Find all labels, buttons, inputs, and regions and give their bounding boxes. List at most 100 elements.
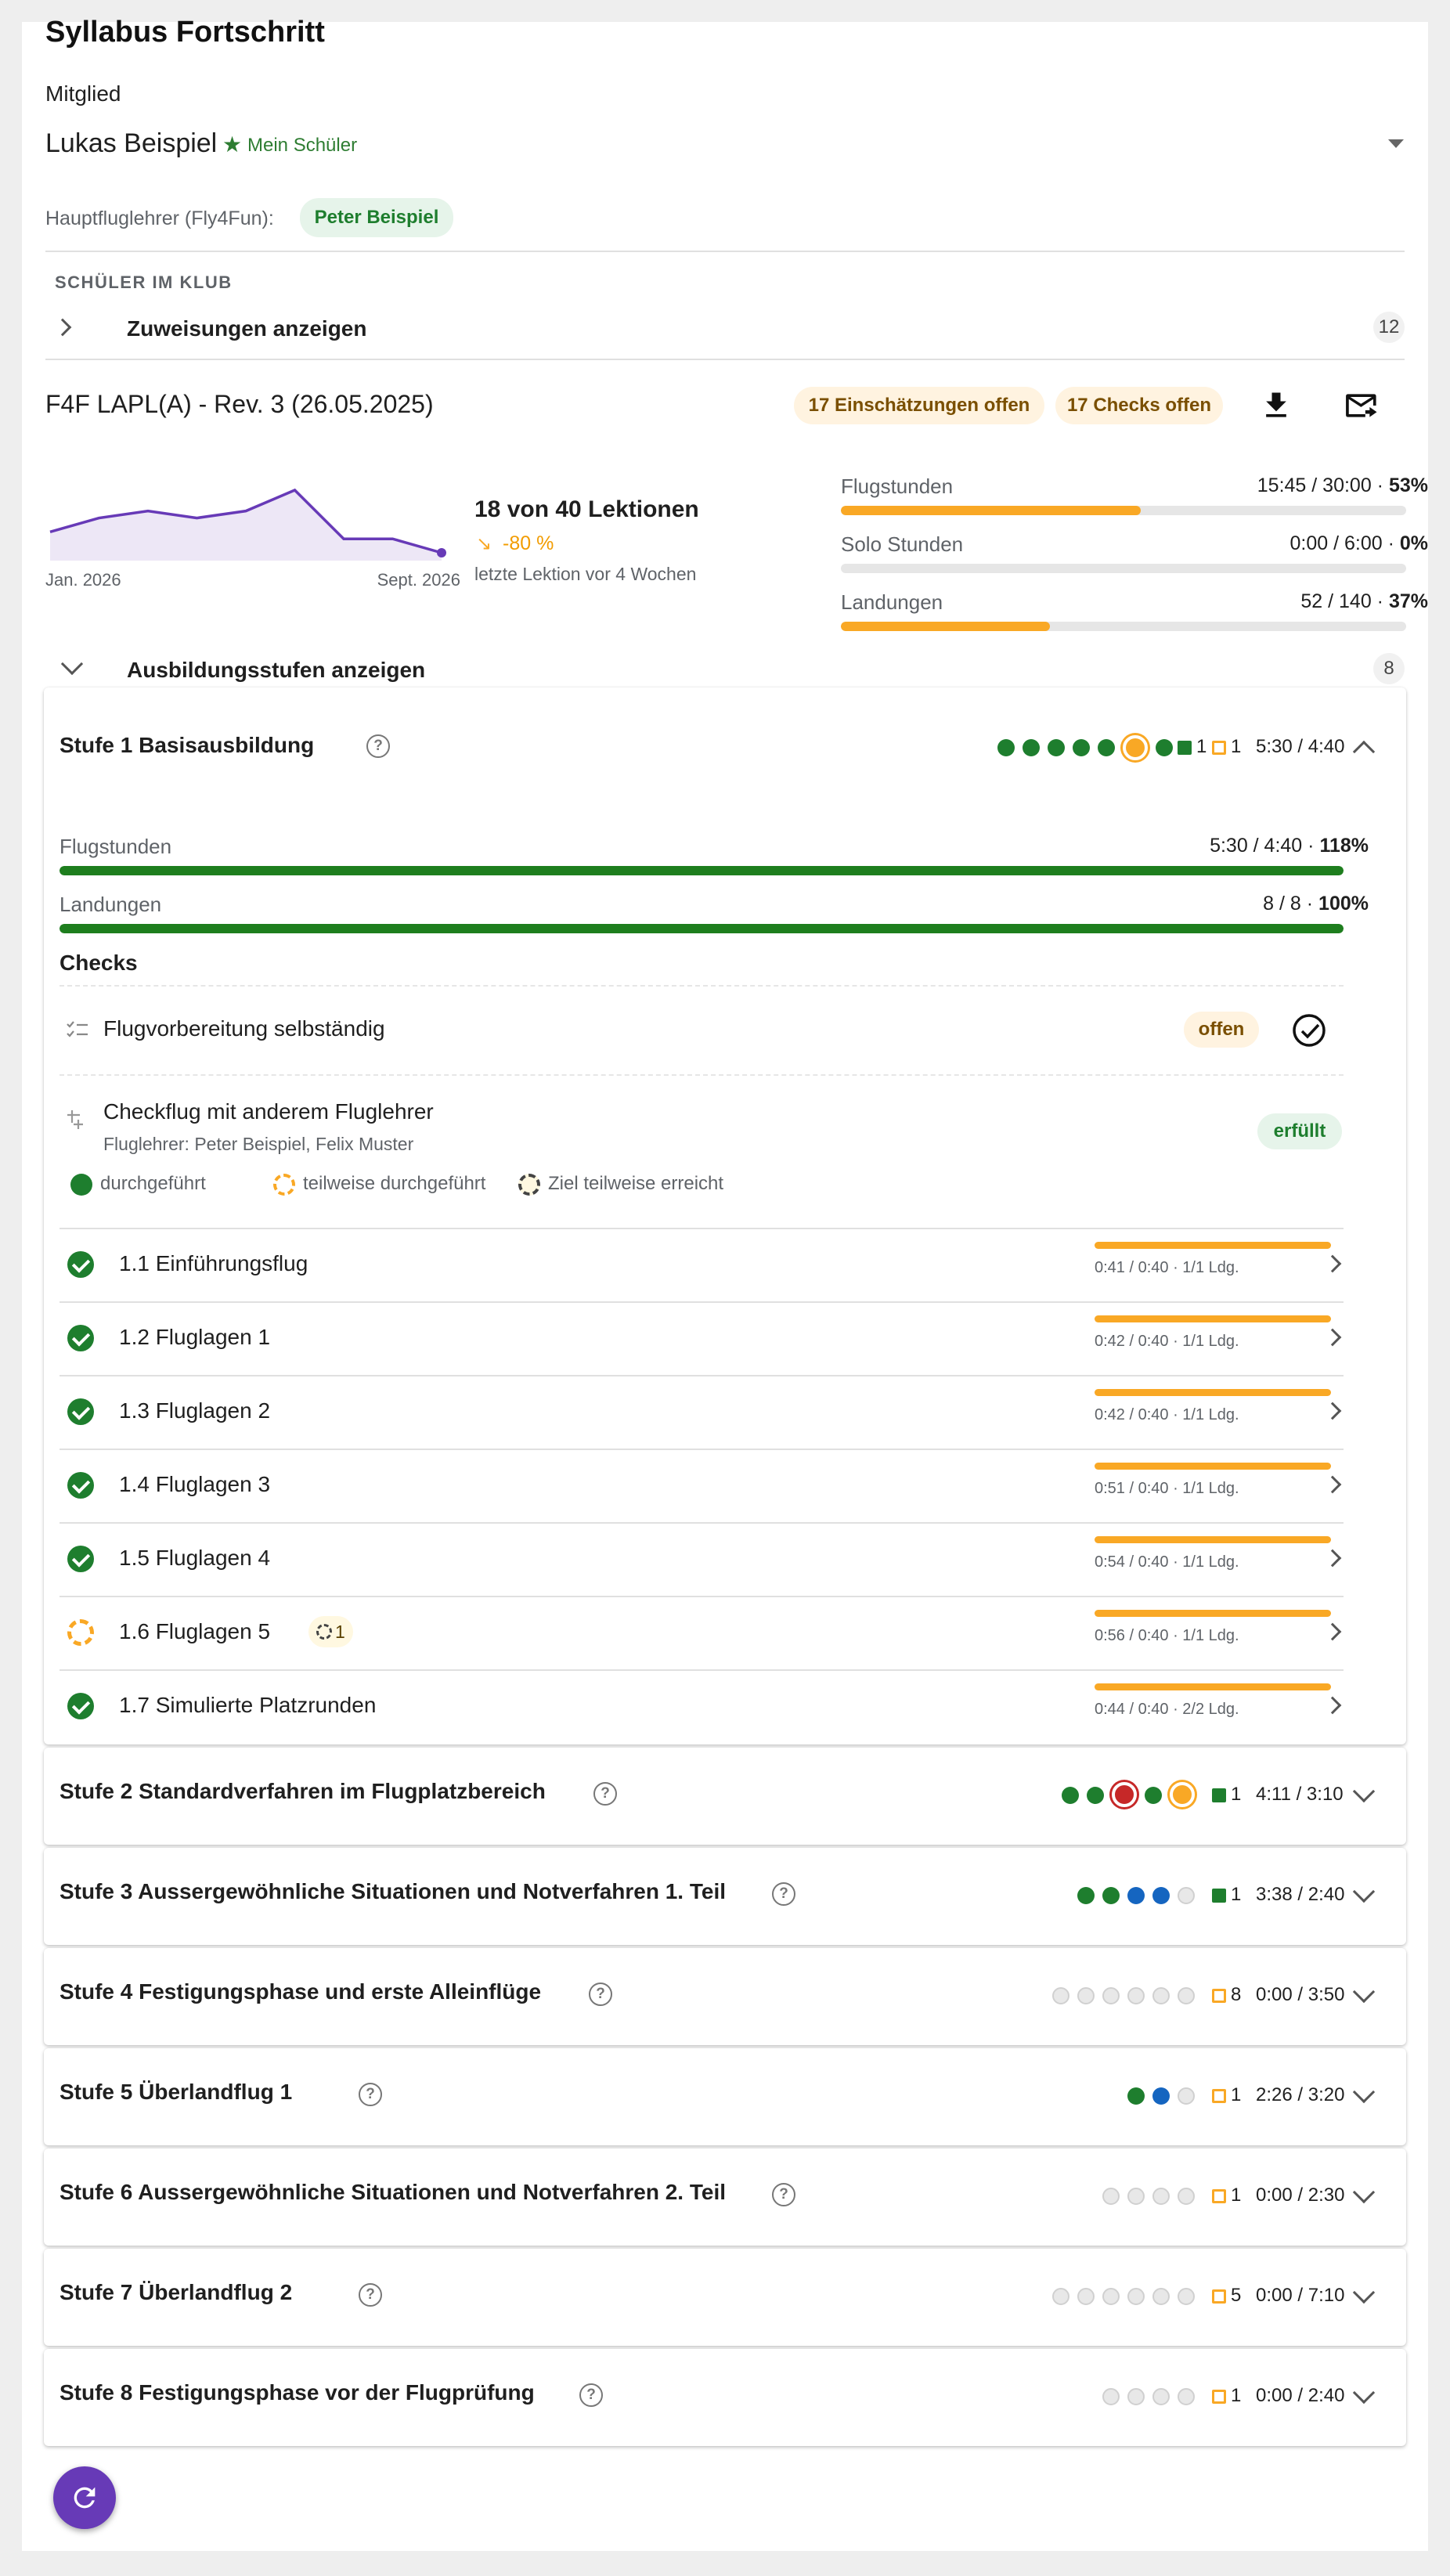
progress-bar xyxy=(60,924,1344,933)
metric-value: 8 / 8 · 100% xyxy=(1263,893,1369,915)
lesson-status-dot xyxy=(1178,2087,1195,2105)
help-icon[interactable]: ? xyxy=(772,1882,795,1906)
lesson-status-dot xyxy=(1102,1987,1120,2004)
lesson-status-dot xyxy=(1178,1987,1195,2004)
chevron-up-icon[interactable] xyxy=(1352,740,1376,763)
star-icon: ★ xyxy=(222,132,243,157)
legend: durchgeführt teilweise durchgeführt Ziel… xyxy=(60,1167,1344,1198)
open-square-icon xyxy=(1212,2189,1226,2203)
open-square-icon xyxy=(1212,2390,1226,2404)
lesson-stats: 0:54 / 0:40 · 1/1 Ldg. xyxy=(1095,1553,1239,1571)
legend-label: durchgeführt xyxy=(100,1173,206,1194)
member-select[interactable]: Lukas Beispiel ★ Mein Schüler xyxy=(22,124,1428,163)
assignments-toggle[interactable]: Zuweisungen anzeigen 12 xyxy=(45,304,1405,351)
lesson-status-dot xyxy=(1087,1787,1104,1804)
lesson-name: 1.3 Fluglagen 2 xyxy=(119,1398,271,1423)
instructor-chip[interactable]: Peter Beispiel xyxy=(300,198,453,237)
metric-value: 0:00 / 6:00 · 0% xyxy=(1289,532,1428,555)
mark-complete-button[interactable] xyxy=(1289,1010,1329,1051)
lesson-row[interactable]: 1.3 Fluglagen 2 0:42 / 0:40 · 1/1 Ldg. xyxy=(60,1375,1344,1449)
send-email-button[interactable] xyxy=(1345,388,1383,423)
lesson-status-dot xyxy=(1102,2388,1120,2405)
help-icon[interactable]: ? xyxy=(772,2183,795,2206)
stage-card-2[interactable]: Stufe 2 Standardverfahren im Flugplatzbe… xyxy=(44,1748,1406,1845)
lesson-row[interactable]: 1.4 Fluglagen 3 0:51 / 0:40 · 1/1 Ldg. xyxy=(60,1449,1344,1522)
open-square-icon xyxy=(1212,2089,1226,2103)
stage-card-3[interactable]: Stufe 3 Aussergewöhnliche Situationen un… xyxy=(44,1848,1406,1945)
lesson-status-dot xyxy=(1152,1887,1170,1904)
lesson-time-bar xyxy=(1095,1315,1331,1322)
lesson-status-dot xyxy=(1052,1987,1069,2004)
check-name: Checkflug mit anderem Fluglehrer xyxy=(103,1099,434,1124)
lesson-status-dot xyxy=(1102,2188,1120,2205)
lesson-status-dot xyxy=(1152,2087,1170,2105)
help-icon[interactable]: ? xyxy=(359,2083,382,2106)
stage-card-5[interactable]: Stufe 5 Überlandflug 1? 1 2:26 / 3:20 xyxy=(44,2048,1406,2145)
legend-label: Ziel teilweise erreicht xyxy=(548,1173,724,1194)
sparkline-last-point xyxy=(437,548,446,557)
stage-card-7[interactable]: Stufe 7 Überlandflug 2? 5 0:00 / 7:10 xyxy=(44,2249,1406,2346)
lesson-status-dot xyxy=(1152,2188,1170,2205)
stage-title: Stufe 4 Festigungsphase und erste Allein… xyxy=(60,1979,542,2004)
open-square-icon xyxy=(1212,741,1226,755)
stages-toggle-label: Ausbildungsstufen anzeigen xyxy=(127,658,426,682)
done-check-icon xyxy=(67,1398,94,1425)
add-check-icon xyxy=(67,1110,83,1129)
stage-card-6[interactable]: Stufe 6 Aussergewöhnliche Situationen un… xyxy=(44,2148,1406,2246)
lessons-progress: 18 von 40 Lektionen xyxy=(474,496,699,522)
lesson-status-dot xyxy=(1062,1787,1079,1804)
help-icon[interactable]: ? xyxy=(593,1782,617,1806)
download-button[interactable] xyxy=(1259,388,1293,423)
status-badge-open: offen xyxy=(1184,1012,1259,1048)
member-label: Mitglied xyxy=(45,81,121,106)
chevron-down-icon xyxy=(1352,1980,1376,2004)
stage-1-header[interactable]: Stufe 1 Basisausbildung ? 1 1 5:30 / 4:4… xyxy=(44,687,1406,781)
trending-down-icon: ↘ xyxy=(476,533,492,554)
lesson-row[interactable]: 1.1 Einführungsflug 0:41 / 0:40 · 1/1 Ldg… xyxy=(60,1228,1344,1301)
assignments-toggle-label: Zuweisungen anzeigen xyxy=(127,316,367,341)
metric-label: Landungen xyxy=(60,893,162,916)
lesson-status-dot xyxy=(1102,2288,1120,2305)
stage-hours: 4:11 / 3:10 xyxy=(1256,1784,1344,1805)
stage-hours: 0:00 / 2:40 xyxy=(1256,2385,1345,2406)
lesson-time-bar xyxy=(1095,1610,1331,1617)
help-icon[interactable]: ? xyxy=(579,2383,603,2407)
stage-hours: 0:00 / 7:10 xyxy=(1256,2285,1345,2306)
lesson-row[interactable]: 1.7 Simulierte Platzrunden 0:44 / 0:40 · … xyxy=(60,1669,1344,1743)
lesson-time-bar xyxy=(1095,1683,1331,1690)
goal-partial-icon xyxy=(316,1624,332,1640)
lesson-status-dot xyxy=(1127,2188,1145,2205)
help-icon[interactable]: ? xyxy=(366,734,390,758)
lesson-status-dot xyxy=(1127,2288,1145,2305)
refresh-icon xyxy=(74,2487,96,2509)
done-legend-icon xyxy=(70,1174,92,1196)
lesson-stats: 0:56 / 0:40 · 1/1 Ldg. xyxy=(1095,1627,1239,1644)
open-checks-chip[interactable]: 17 Checks offen xyxy=(1055,387,1223,424)
lesson-status-dot xyxy=(1178,1887,1195,1904)
open-assessments-chip[interactable]: 17 Einschätzungen offen xyxy=(794,387,1044,424)
stage-card-8[interactable]: Stufe 8 Festigungsphase vor der Flugprüf… xyxy=(44,2349,1406,2446)
progress-fill xyxy=(841,622,1051,631)
refresh-button[interactable] xyxy=(53,2466,116,2529)
lesson-stats: 0:42 / 0:40 · 1/1 Ldg. xyxy=(1095,1406,1239,1423)
chevron-down-icon xyxy=(1352,1780,1376,1803)
lesson-stats: 0:42 / 0:40 · 1/1 Ldg. xyxy=(1095,1333,1239,1350)
lesson-row[interactable]: 1.6 Fluglagen 5 1 0:56 / 0:40 · 1/1 Ldg. xyxy=(60,1596,1344,1669)
dropdown-arrow-icon xyxy=(1388,139,1404,148)
syllabus-title: F4F LAPL(A) - Rev. 3 (26.05.2025) xyxy=(45,390,434,418)
stage-title: Stufe 1 Basisausbildung xyxy=(60,733,315,757)
legend-label: teilweise durchgeführt xyxy=(303,1173,486,1194)
lesson-status-dot xyxy=(1152,2288,1170,2305)
stages-toggle[interactable]: Ausbildungsstufen anzeigen 8 xyxy=(45,645,1405,692)
divider xyxy=(45,251,1405,252)
stage-count: 1 xyxy=(1231,2185,1242,2206)
help-icon[interactable]: ? xyxy=(359,2283,382,2307)
help-icon[interactable]: ? xyxy=(589,1983,612,2006)
stage-title: Stufe 7 Überlandflug 2 xyxy=(60,2280,293,2304)
metric-value-text: 8 / 8 · xyxy=(1263,893,1319,915)
done-check-icon xyxy=(67,1546,94,1572)
stage-card-4[interactable]: Stufe 4 Festigungsphase und erste Allein… xyxy=(44,1948,1406,2045)
lesson-row[interactable]: 1.5 Fluglagen 4 0:54 / 0:40 · 1/1 Ldg. xyxy=(60,1522,1344,1596)
lesson-name: 1.4 Fluglagen 3 xyxy=(119,1472,271,1496)
lesson-row[interactable]: 1.2 Fluglagen 1 0:42 / 0:40 · 1/1 Ldg. xyxy=(60,1301,1344,1375)
